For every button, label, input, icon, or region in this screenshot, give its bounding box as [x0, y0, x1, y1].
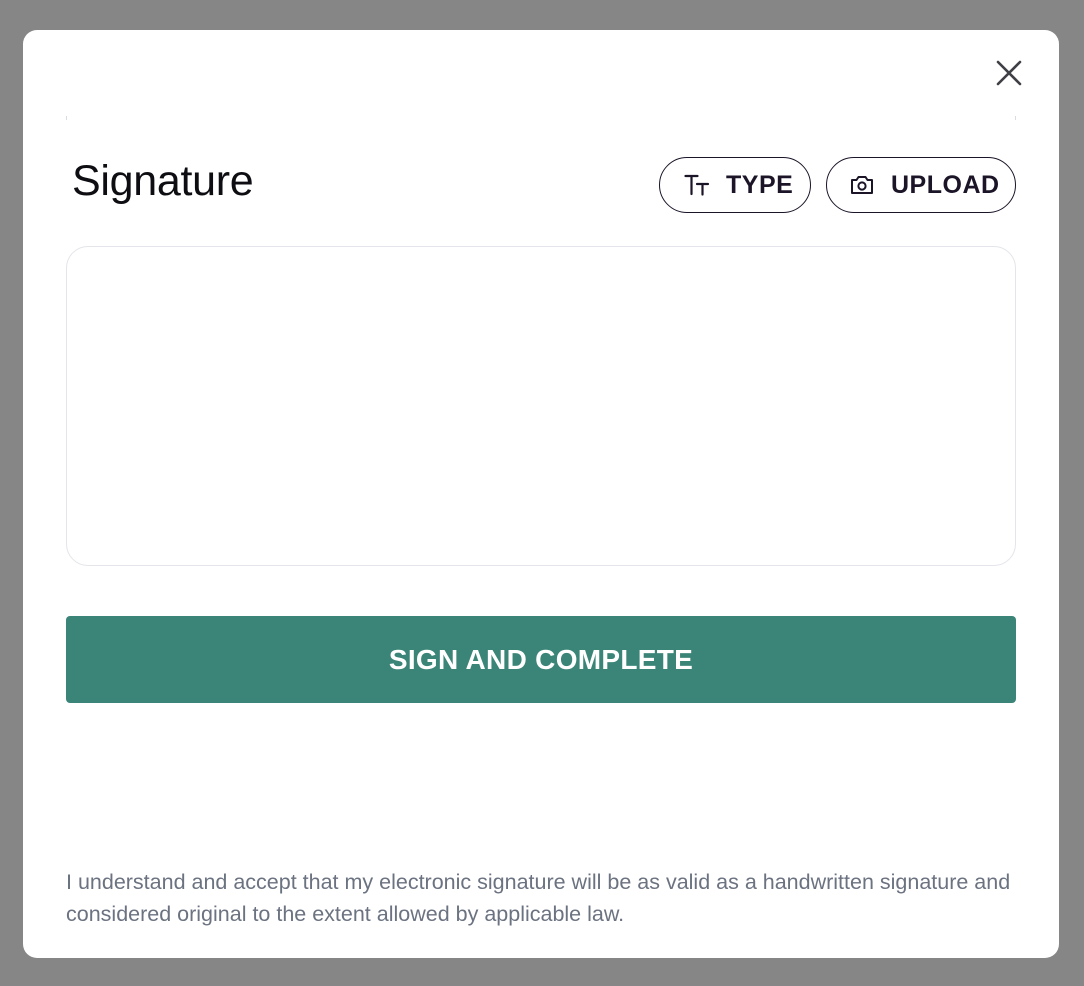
upload-signature-button[interactable]: UPLOAD [826, 157, 1016, 213]
text-size-icon [684, 173, 710, 197]
signature-pad[interactable] [66, 246, 1016, 566]
camera-icon [849, 173, 875, 197]
type-signature-button[interactable]: TYPE [659, 157, 811, 213]
sign-and-complete-button[interactable]: SIGN AND COMPLETE [66, 616, 1016, 703]
upload-button-label: UPLOAD [891, 170, 1000, 199]
dialog-title: Signature [72, 157, 254, 205]
close-button[interactable] [992, 56, 1026, 90]
divider [66, 116, 1016, 120]
legal-disclaimer: I understand and accept that my electron… [66, 870, 1011, 926]
signature-dialog: Signature TYPE UPLOAD SIGN AND COMPLETE … [23, 30, 1059, 958]
close-icon [996, 60, 1022, 86]
type-button-label: TYPE [726, 170, 794, 199]
